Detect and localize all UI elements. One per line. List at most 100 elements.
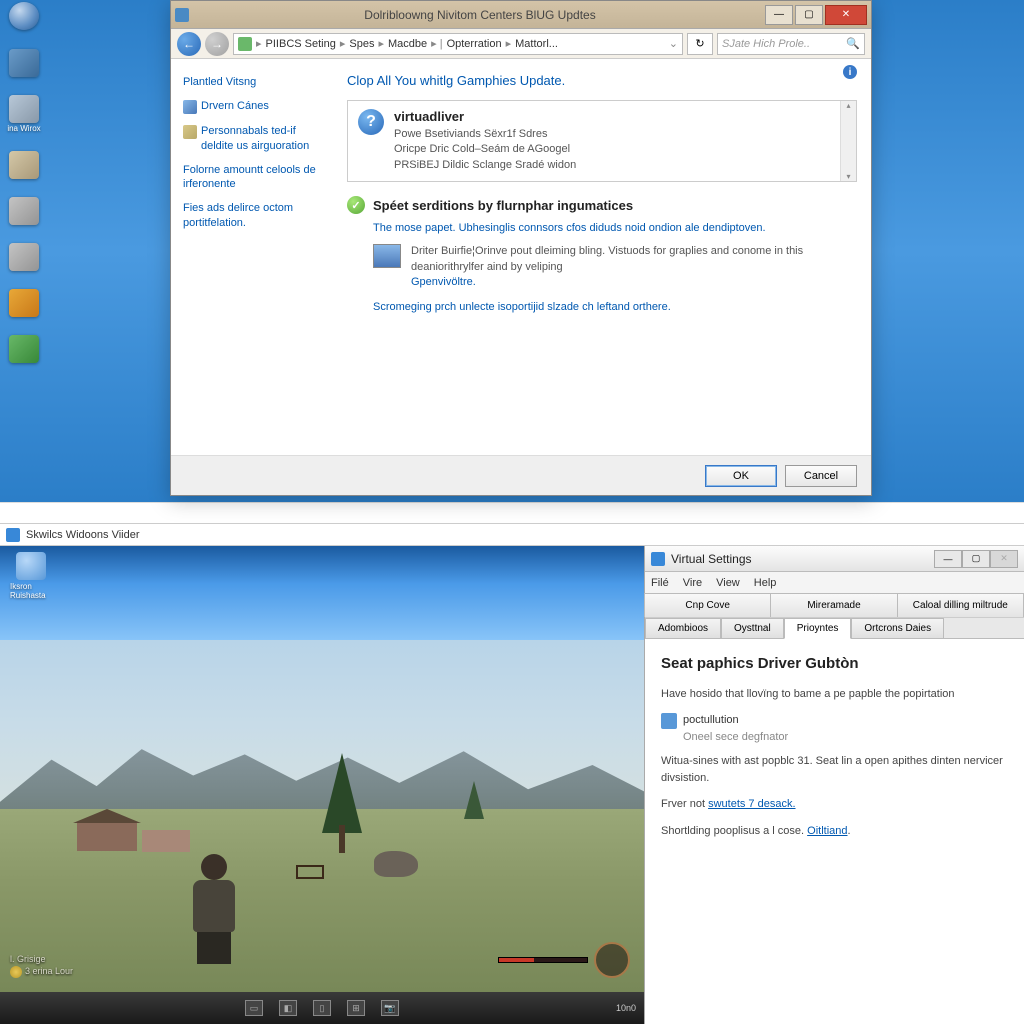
tab-2[interactable]: Oysttnal xyxy=(721,618,784,639)
tree-icon xyxy=(464,781,484,819)
player-character xyxy=(180,854,248,964)
sidebar-link-3[interactable]: Personnabals ted-if deldite us airguorat… xyxy=(183,124,325,153)
section-link[interactable]: Gpenvivöltre. xyxy=(411,276,476,288)
vm-taskbar[interactable]: ▭ ◧ ▯ ⊞ 📷 10n0 xyxy=(0,992,644,1024)
settings-titlebar[interactable]: Virtual Settings — ▢ ✕ xyxy=(645,546,1024,572)
maximize-button[interactable]: ▢ xyxy=(962,550,990,568)
settings-menubar: Filé Vire View Help xyxy=(645,572,1024,594)
desktop-icon-2[interactable] xyxy=(4,49,44,77)
settings-para2: Witua-sines with ast popblc 31. Seat lin… xyxy=(661,753,1008,786)
control-panel-window: Dolribloowng Nivitom Centers BlUG Updtes… xyxy=(170,0,872,496)
divider xyxy=(0,502,1024,524)
main-panel: i Clop All You whitlg Gamphies Update. ?… xyxy=(337,59,871,463)
chevron-down-icon[interactable]: ⌄ xyxy=(669,37,678,50)
refresh-button[interactable]: ↻ xyxy=(687,33,713,55)
toolbar-btn-3[interactable]: Caloal dilling miltrude xyxy=(897,593,1024,617)
house-icon xyxy=(142,830,190,852)
titlebar[interactable]: Dolribloowng Nivitom Centers BlUG Updtes… xyxy=(171,1,871,29)
question-icon: ? xyxy=(358,109,384,135)
toolbar-btn-2[interactable]: Mireramade xyxy=(770,593,897,617)
toolbar-btn-1[interactable]: Cnp Cove xyxy=(644,593,771,617)
minimize-button[interactable]: — xyxy=(765,5,793,25)
window-buttons: — ▢ ✕ xyxy=(765,5,867,25)
settings-para3: Frver not swutets 7 desack. xyxy=(661,796,1008,813)
cancel-button[interactable]: Cancel xyxy=(785,465,857,487)
taskbar-icon[interactable]: ⊞ xyxy=(347,1000,365,1016)
forward-button[interactable]: → xyxy=(205,32,229,56)
gear-icon xyxy=(183,125,197,139)
taskbar-icon[interactable]: ◧ xyxy=(279,1000,297,1016)
main-heading: Clop All You whitlg Gamphies Update. xyxy=(347,73,857,88)
info-box: ? virtuadliver Powe Bsetiviands Sëxr1f S… xyxy=(347,100,857,182)
sidebar-link-2[interactable]: Drvern Cánes xyxy=(183,99,325,114)
info-box-title: virtuadliver xyxy=(394,109,576,124)
tab-1[interactable]: Adombioos xyxy=(645,618,721,639)
section-footer: Scromeging prch unlecte isoportijid slza… xyxy=(373,300,857,315)
control-icon xyxy=(9,49,39,77)
health-bar xyxy=(498,957,588,963)
scrollbar[interactable]: ▴▾ xyxy=(840,101,856,181)
taskbar-clock: 10n0 xyxy=(616,1003,636,1013)
menu-view[interactable]: View xyxy=(716,577,740,589)
monitor-icon xyxy=(373,244,401,268)
hud-left: l. Grisige 3 erina Lour xyxy=(10,953,73,978)
navbar: ← → ▸PIIBCS Seting ▸Spes ▸Macdbe ▸ |Opte… xyxy=(171,29,871,59)
close-button[interactable]: ✕ xyxy=(825,5,867,25)
desktop-icons-column: ina Wirox xyxy=(4,2,44,363)
desktop-icon-4[interactable] xyxy=(4,151,44,179)
desktop-icon-8[interactable] xyxy=(4,335,44,363)
brush-icon xyxy=(9,197,39,225)
globe-icon xyxy=(9,2,39,30)
tree-icon xyxy=(322,753,362,833)
taskbar-icon[interactable]: ▭ xyxy=(245,1000,263,1016)
sidebar: Plantled Vitsng Drvern Cánes Personnabal… xyxy=(171,59,337,463)
sidebar-link-4[interactable]: Folorne amountt celools de irferonente xyxy=(183,163,325,192)
section-item: Driter Buirfie¦Orinve pout dleiming blin… xyxy=(373,244,857,290)
menu-file[interactable]: Filé xyxy=(651,577,669,589)
settings-item: poctullutionOneel sece degfnator xyxy=(661,712,1008,745)
vm-titlebar[interactable]: Skwilcs Widoons Viider xyxy=(0,524,1024,546)
settings-heading: Seat paphics Driver Gubtòn xyxy=(661,653,1008,676)
close-button[interactable]: ✕ xyxy=(990,550,1018,568)
settings-tabs: Adombioos Oysttnal Prioyntes Ortcrons Da… xyxy=(645,618,1024,639)
desktop-icon-1[interactable] xyxy=(4,2,44,31)
sidebar-link-5[interactable]: Fies ads delirce octom portitfelation. xyxy=(183,201,325,230)
settings-para1: Have hosido that llovïng to bame a pe pa… xyxy=(661,686,1008,703)
search-input[interactable]: SJate Hich Prole.. 🔍 xyxy=(717,33,865,55)
pen-icon xyxy=(9,243,39,271)
tiles-icon xyxy=(9,335,39,363)
game-viewport[interactable]: l. Grisige 3 erina Lour xyxy=(0,640,644,992)
section-description: The mose papet. Ubhesinglis connsors cfo… xyxy=(373,222,857,234)
check-icon: ✓ xyxy=(347,196,365,214)
vm-desktop-icon[interactable]: Iksron Ruishasta xyxy=(10,552,52,600)
coin-icon xyxy=(10,966,22,978)
desktop-icon-6[interactable] xyxy=(4,243,44,271)
desktop-icon-5[interactable] xyxy=(4,197,44,225)
sidebar-link-1[interactable]: Plantled Vitsng xyxy=(183,75,325,89)
taskbar-icon[interactable]: ▯ xyxy=(313,1000,331,1016)
link-swutets[interactable]: swutets 7 desack. xyxy=(708,798,795,810)
desktop-icon-3[interactable]: ina Wirox xyxy=(4,95,44,133)
link-oitltiand[interactable]: Oitltiand xyxy=(807,825,847,837)
menu-help[interactable]: Help xyxy=(754,577,777,589)
top-desktop: ina Wirox Dolribloowng Nivitom Centers B… xyxy=(0,0,1024,502)
tab-4[interactable]: Ortcrons Daies xyxy=(851,618,944,639)
ok-button[interactable]: OK xyxy=(705,465,777,487)
desktop-icon-7[interactable] xyxy=(4,289,44,317)
app-icon xyxy=(175,8,189,22)
house-icon xyxy=(77,823,137,851)
menu-vire[interactable]: Vire xyxy=(683,577,702,589)
back-button[interactable]: ← xyxy=(177,32,201,56)
info-icon[interactable]: i xyxy=(843,65,857,79)
notes-icon xyxy=(9,95,39,123)
vm-icon xyxy=(6,528,20,542)
vm-title: Skwilcs Widoons Viider xyxy=(26,529,140,541)
tab-3[interactable]: Prioyntes xyxy=(784,618,852,639)
maximize-button[interactable]: ▢ xyxy=(795,5,823,25)
address-bar[interactable]: ▸PIIBCS Seting ▸Spes ▸Macdbe ▸ |Opterrat… xyxy=(233,33,683,55)
minimize-button[interactable]: — xyxy=(934,550,962,568)
taskbar-icon[interactable]: 📷 xyxy=(381,1000,399,1016)
settings-content: Seat paphics Driver Gubtòn Have hosido t… xyxy=(645,639,1024,1024)
search-icon: 🔍 xyxy=(846,37,860,50)
rock-icon xyxy=(374,851,418,877)
